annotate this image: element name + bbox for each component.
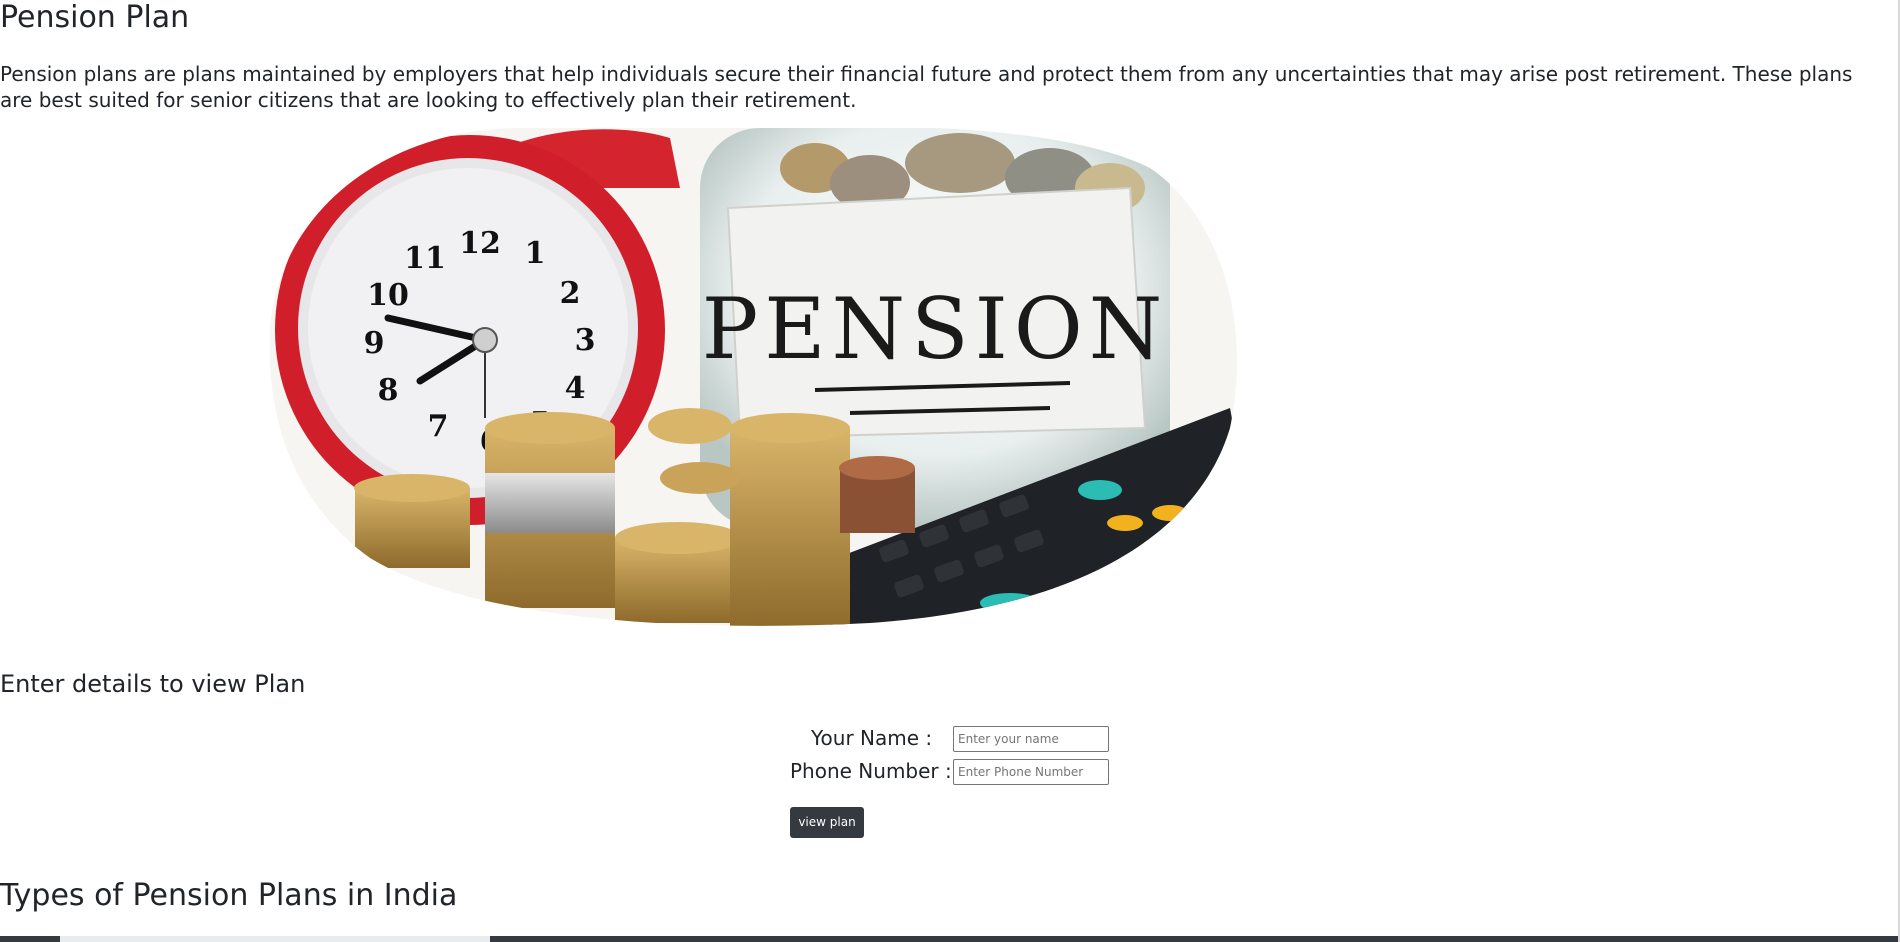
page-title: Pension Plan (0, 0, 190, 35)
pension-hero-image: PENSION 12 1 2 3 4 5 (270, 128, 1238, 626)
form-heading: Enter details to view Plan (0, 670, 306, 698)
clock-number: 3 (575, 323, 596, 358)
clock-number: 1 (525, 236, 546, 271)
clock-number: 12 (459, 226, 501, 261)
phone-input[interactable] (953, 759, 1109, 785)
page: Pension Plan Pension plans are plans mai… (0, 0, 1900, 942)
view-plan-button[interactable]: view plan (790, 807, 864, 838)
main-content: Pension Plan Pension plans are plans mai… (0, 0, 1898, 942)
types-heading: Types of Pension Plans in India (0, 878, 458, 913)
clock-number: 2 (560, 276, 581, 311)
phone-row: Phone Number : (790, 757, 1120, 787)
intro-paragraph: Pension plans are plans maintained by em… (0, 62, 1853, 112)
bottom-bar-tab (60, 936, 490, 942)
clock-number: 9 (364, 326, 385, 361)
clock-number: 8 (378, 373, 399, 408)
pension-label-text: PENSION (702, 280, 1168, 378)
name-row: Your Name : (790, 724, 1120, 754)
name-label: Your Name : (811, 726, 933, 750)
clock-number: 4 (565, 371, 586, 406)
phone-label: Phone Number : (790, 759, 952, 783)
name-input[interactable] (953, 726, 1109, 752)
clock-number: 7 (428, 409, 449, 444)
clock-number: 10 (367, 278, 409, 313)
clock-number: 11 (404, 241, 446, 276)
